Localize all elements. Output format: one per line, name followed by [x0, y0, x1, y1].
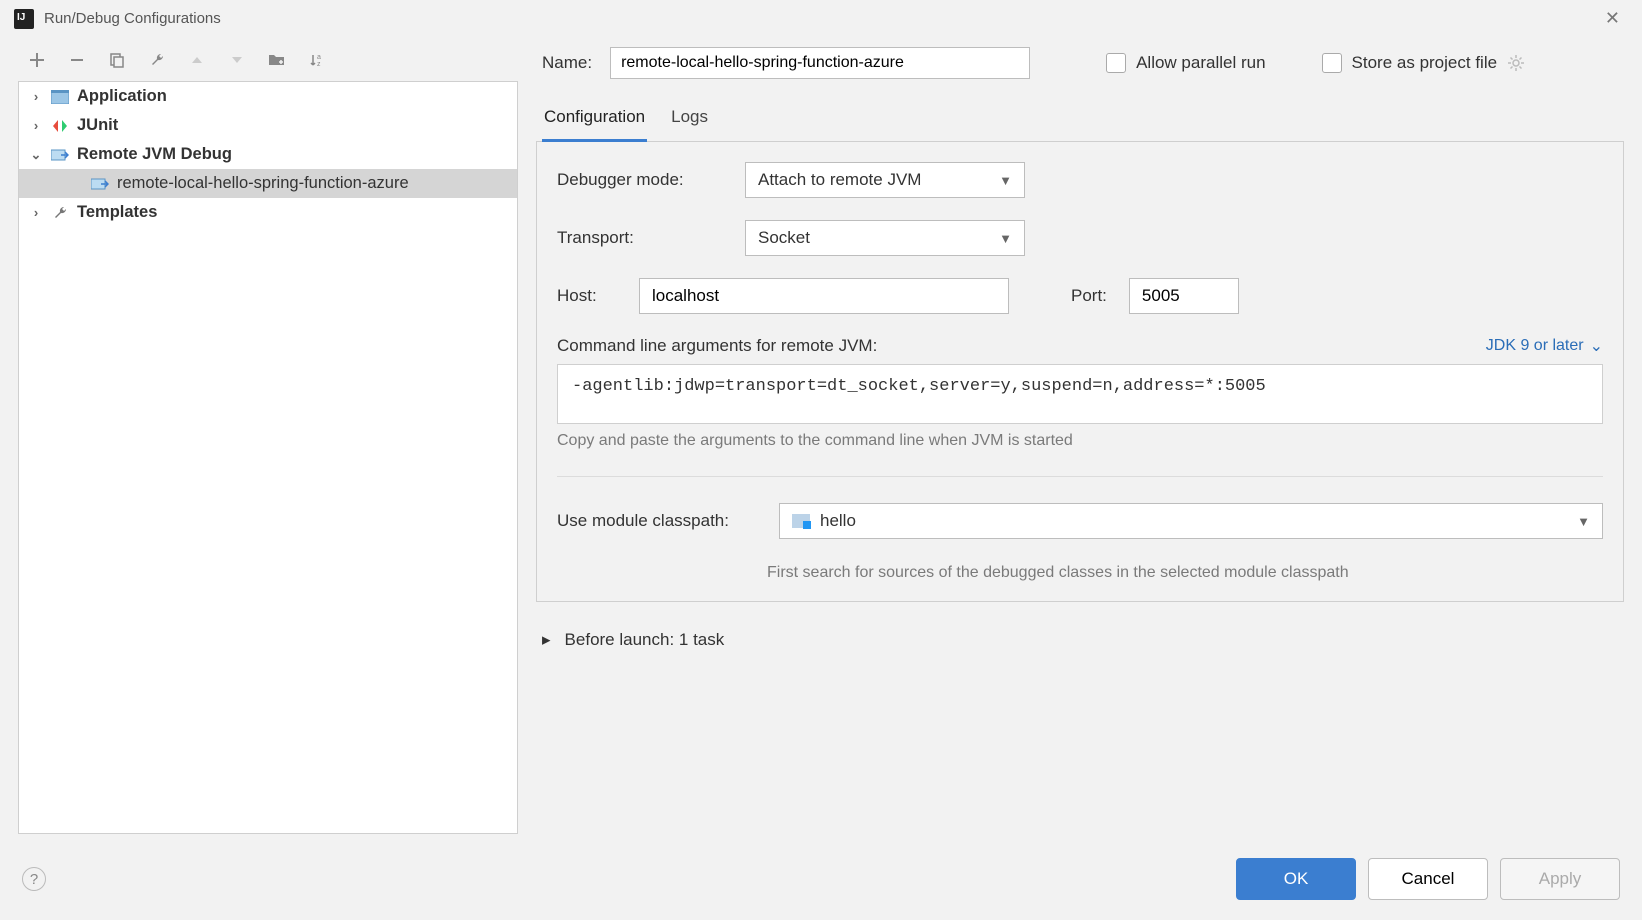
tree-label: Remote JVM Debug: [77, 145, 232, 164]
tree-item-templates[interactable]: › Templates: [19, 198, 517, 227]
module-classpath-label: Use module classpath:: [557, 511, 757, 531]
tab-logs[interactable]: Logs: [669, 97, 710, 141]
window-title: Run/Debug Configurations: [44, 10, 221, 27]
chevron-down-icon: ▼: [999, 231, 1012, 246]
store-as-file-checkbox[interactable]: [1322, 53, 1342, 73]
application-icon: [51, 88, 69, 106]
module-classpath-combo[interactable]: hello ▼: [779, 503, 1603, 539]
module-value: hello: [820, 511, 856, 531]
remote-debug-icon: [51, 146, 69, 164]
separator: [557, 476, 1603, 477]
chevron-right-icon: ▸: [542, 630, 551, 650]
tree-label: remote-local-hello-spring-function-azure: [117, 174, 409, 193]
chevron-down-icon: ⌄: [29, 147, 43, 163]
main-panel: Name: Allow parallel run Store as projec…: [536, 43, 1624, 834]
tree-label: Application: [77, 87, 167, 106]
gear-icon[interactable]: [1507, 54, 1525, 72]
help-icon[interactable]: ?: [22, 867, 46, 891]
move-down-icon[interactable]: [226, 49, 248, 71]
jdk-version-select[interactable]: JDK 9 or later ⌄: [1486, 336, 1603, 356]
name-label: Name:: [542, 53, 592, 73]
store-as-file-label: Store as project file: [1352, 53, 1498, 73]
tree-item-junit[interactable]: › JUnit: [19, 111, 517, 140]
jdk-label: JDK 9 or later: [1486, 337, 1584, 355]
name-input[interactable]: [610, 47, 1030, 79]
titlebar: Run/Debug Configurations ✕: [0, 0, 1642, 37]
apply-button[interactable]: Apply: [1500, 858, 1620, 900]
debugger-mode-combo[interactable]: Attach to remote JVM ▼: [745, 162, 1025, 198]
chevron-right-icon: ›: [29, 118, 43, 133]
before-launch-section[interactable]: ▸ Before launch: 1 task: [536, 602, 1624, 650]
wrench-icon[interactable]: [146, 49, 168, 71]
allow-parallel-checkbox[interactable]: [1106, 53, 1126, 73]
tabs: Configuration Logs: [536, 97, 1624, 142]
intellij-icon: [14, 9, 34, 29]
footer: ? OK Cancel Apply: [0, 844, 1642, 920]
tree-item-remote-jvm[interactable]: ⌄ Remote JVM Debug: [19, 140, 517, 169]
config-tree: › Application › JUnit ⌄ Remote JVM Debug…: [18, 81, 518, 834]
port-label: Port:: [1071, 286, 1107, 306]
chevron-down-icon: ⌄: [1590, 336, 1603, 356]
chevron-down-icon: ▼: [1577, 514, 1590, 529]
add-icon[interactable]: [26, 49, 48, 71]
remove-icon[interactable]: [66, 49, 88, 71]
tree-label: JUnit: [77, 116, 118, 135]
tab-configuration[interactable]: Configuration: [542, 97, 647, 142]
ok-button[interactable]: OK: [1236, 858, 1356, 900]
chevron-right-icon: ›: [29, 205, 43, 220]
transport-combo[interactable]: Socket ▼: [745, 220, 1025, 256]
module-icon: [792, 514, 810, 528]
tree-item-remote-config[interactable]: remote-local-hello-spring-function-azure: [19, 169, 517, 198]
wrench-icon: [51, 204, 69, 222]
sidebar: az › Application › JUnit ⌄ Remote JVM De…: [18, 43, 518, 834]
close-icon[interactable]: ✕: [1597, 8, 1628, 29]
cmd-hint: Copy and paste the arguments to the comm…: [557, 432, 1603, 450]
svg-text:z: z: [317, 61, 321, 68]
chevron-right-icon: ›: [29, 89, 43, 104]
remote-debug-icon: [91, 175, 109, 193]
tree-label: Templates: [77, 203, 157, 222]
svg-text:a: a: [317, 54, 321, 61]
transport-label: Transport:: [557, 228, 723, 248]
sort-icon[interactable]: az: [306, 49, 328, 71]
host-input[interactable]: [639, 278, 1009, 314]
run-debug-dialog: Run/Debug Configurations ✕ az › Applicat…: [0, 0, 1642, 920]
folder-icon[interactable]: [266, 49, 288, 71]
port-input[interactable]: [1129, 278, 1239, 314]
tree-item-application[interactable]: › Application: [19, 82, 517, 111]
transport-value: Socket: [758, 228, 810, 248]
allow-parallel-label: Allow parallel run: [1136, 53, 1265, 73]
cmd-args-label: Command line arguments for remote JVM:: [557, 336, 877, 356]
host-label: Host:: [557, 286, 617, 306]
copy-icon[interactable]: [106, 49, 128, 71]
junit-icon: [51, 117, 69, 135]
debugger-mode-value: Attach to remote JVM: [758, 170, 921, 190]
cmd-args-box[interactable]: -agentlib:jdwp=transport=dt_socket,serve…: [557, 364, 1603, 424]
module-hint: First search for sources of the debugged…: [767, 561, 1467, 585]
debugger-mode-label: Debugger mode:: [557, 170, 723, 190]
before-launch-label: Before launch: 1 task: [565, 630, 725, 650]
sidebar-toolbar: az: [18, 43, 518, 81]
configuration-panel: Debugger mode: Attach to remote JVM ▼ Tr…: [536, 142, 1624, 602]
move-up-icon[interactable]: [186, 49, 208, 71]
chevron-down-icon: ▼: [999, 173, 1012, 188]
cancel-button[interactable]: Cancel: [1368, 858, 1488, 900]
